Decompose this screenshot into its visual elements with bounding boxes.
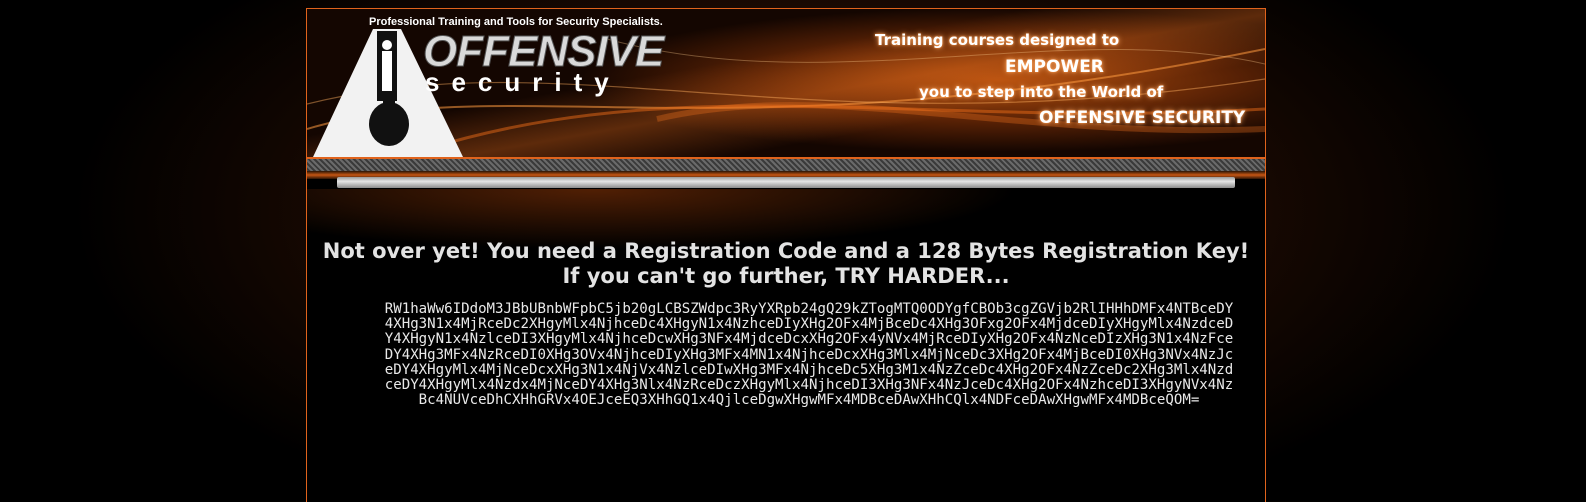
headline-line-2: If you can't go further, TRY HARDER...	[562, 264, 1010, 288]
site-header: Professional Training and Tools for Secu…	[307, 9, 1265, 157]
promo-line-2: EMPOWER	[1005, 57, 1104, 77]
promo-line-1: Training courses designed to	[875, 31, 1120, 49]
promo-line-4: OFFENSIVE SECURITY	[1039, 108, 1246, 128]
logo-wordmark-security: security	[425, 67, 621, 97]
promo-line-3: you to step into the World of	[919, 83, 1164, 101]
page-headline: Not over yet! You need a Registration Co…	[307, 239, 1265, 289]
headline-line-1: Not over yet! You need a Registration Co…	[322, 239, 1250, 263]
header-divider-metal	[337, 177, 1235, 188]
page-frame: Professional Training and Tools for Secu…	[306, 8, 1266, 502]
encoded-text-block: RW1haWw6IDdoM3JBbUBnbWFpbC5jb20gLCBSZWdp…	[384, 301, 1234, 409]
main-content: Not over yet! You need a Registration Co…	[307, 189, 1265, 502]
